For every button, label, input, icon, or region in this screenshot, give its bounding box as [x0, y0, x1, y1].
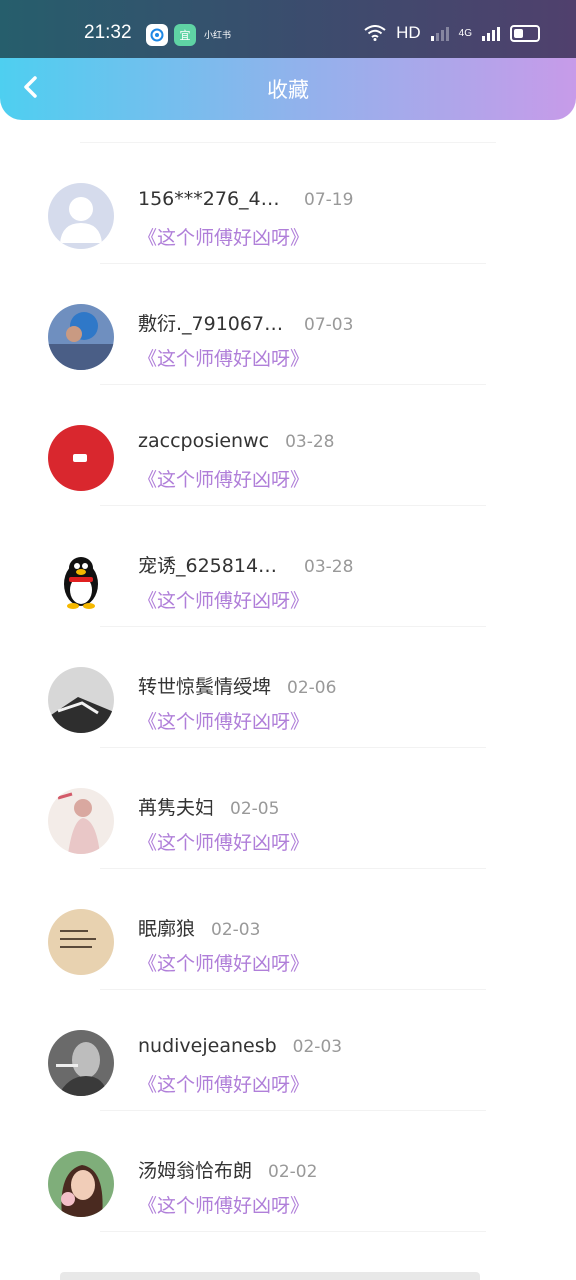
- avatar[interactable]: [48, 425, 114, 491]
- avatar[interactable]: [48, 667, 114, 733]
- favorite-item[interactable]: 苒隽夫妇 02-05 《这个师傅好凶呀》: [0, 748, 576, 869]
- nav-bar: 收藏: [0, 58, 576, 120]
- next-item-peek: [60, 1272, 480, 1280]
- battery-icon: [510, 24, 540, 42]
- avatar[interactable]: [48, 304, 114, 370]
- page-title: 收藏: [267, 78, 309, 102]
- hd-label: HD: [396, 23, 421, 42]
- work-title-link[interactable]: 《这个师傅好凶呀》: [138, 949, 309, 976]
- favorite-item[interactable]: 转世惊鬓情绶埤 02-06 《这个师傅好凶呀》: [0, 627, 576, 748]
- user-name: 苒隽夫妇: [138, 797, 215, 819]
- favorite-date: 07-03: [304, 315, 354, 335]
- header-bar: 21:32 宜 小红书 HD 4G 收藏: [0, 0, 576, 120]
- user-name: 眠廓狼: [138, 918, 196, 940]
- user-name: 156***276_461...: [138, 188, 288, 210]
- name-row: 眠廓狼 02-03: [138, 914, 260, 941]
- user-name: zaccposienwc: [138, 430, 270, 452]
- avatar[interactable]: [48, 183, 114, 249]
- work-title-link[interactable]: 《这个师傅好凶呀》: [138, 1191, 309, 1218]
- status-indicators: HD 4G: [364, 23, 540, 43]
- favorite-item[interactable]: 宠诱_625814566 03-28 《这个师傅好凶呀》: [0, 506, 576, 627]
- wifi-icon: [364, 25, 386, 41]
- favorite-date: 02-03: [292, 1037, 343, 1057]
- name-row: 苒隽夫妇 02-05: [138, 793, 279, 820]
- work-title-link[interactable]: 《这个师傅好凶呀》: [138, 586, 309, 613]
- user-name: 转世惊鬓情绶埤: [138, 676, 272, 698]
- item-divider: [100, 1231, 486, 1232]
- favorite-item[interactable]: nudivejeanesb 02-03 《这个师傅好凶呀》: [0, 990, 576, 1111]
- favorite-date: 02-06: [287, 678, 337, 698]
- avatar[interactable]: [48, 788, 114, 854]
- work-title-link[interactable]: 《这个师傅好凶呀》: [138, 223, 309, 250]
- favorite-item[interactable]: 156***276_461... 07-19 《这个师傅好凶呀》: [0, 143, 576, 264]
- app-notification-icon: 宜: [174, 24, 196, 46]
- favorite-date: 02-03: [211, 920, 261, 940]
- favorite-item[interactable]: 汤姆翁恰布朗 02-02 《这个师傅好凶呀》: [0, 1111, 576, 1232]
- avatar[interactable]: [48, 909, 114, 975]
- avatar[interactable]: [48, 546, 114, 612]
- status-bar: 21:32 宜 小红书 HD 4G: [0, 0, 576, 58]
- avatar[interactable]: [48, 1151, 114, 1217]
- favorite-item[interactable]: 眠廓狼 02-03 《这个师傅好凶呀》: [0, 869, 576, 990]
- favorites-list: 156***276_461... 07-19 《这个师傅好凶呀》 敷衍._791067…: [0, 134, 576, 1232]
- user-name: nudivejeanesb: [138, 1035, 277, 1057]
- work-title-link[interactable]: 《这个师傅好凶呀》: [138, 828, 309, 855]
- name-row: nudivejeanesb 02-03: [138, 1035, 342, 1057]
- status-time: 21:32: [84, 22, 132, 43]
- work-title-link[interactable]: 《这个师傅好凶呀》: [138, 1070, 309, 1097]
- user-name: 敷衍._7910674...: [138, 313, 288, 335]
- favorite-item[interactable]: 敷衍._7910674... 07-03 《这个师傅好凶呀》: [0, 264, 576, 385]
- work-title-link[interactable]: 《这个师傅好凶呀》: [138, 465, 309, 492]
- browser-app-icon: [146, 24, 168, 46]
- signal-sim2-icon: [482, 25, 500, 41]
- name-row: 156***276_461... 07-19: [138, 188, 353, 210]
- favorite-date: 02-02: [268, 1162, 318, 1182]
- work-title-link[interactable]: 《这个师傅好凶呀》: [138, 707, 309, 734]
- work-title-link[interactable]: 《这个师傅好凶呀》: [138, 344, 309, 371]
- avatar[interactable]: [48, 1030, 114, 1096]
- list-top-divider: [80, 134, 496, 143]
- favorite-item[interactable]: zaccposienwc 03-28 《这个师傅好凶呀》: [0, 385, 576, 506]
- name-row: 汤姆翁恰布朗 02-02: [138, 1156, 317, 1183]
- name-row: 转世惊鬓情绶埤 02-06: [138, 672, 336, 699]
- name-row: 宠诱_625814566 03-28: [138, 551, 353, 578]
- name-row: 敷衍._7910674... 07-03: [138, 309, 353, 336]
- network-gen-label: 4G: [458, 27, 472, 39]
- favorite-date: 03-28: [285, 432, 335, 452]
- favorite-date: 07-19: [304, 190, 354, 210]
- name-row: zaccposienwc 03-28: [138, 430, 335, 452]
- signal-sim1-icon: [430, 25, 449, 41]
- favorite-date: 02-05: [230, 799, 280, 819]
- mini-app-label: 小红书: [204, 31, 232, 41]
- user-name: 汤姆翁恰布朗: [138, 1160, 253, 1182]
- user-name: 宠诱_625814566: [138, 555, 288, 577]
- favorite-date: 03-28: [304, 557, 354, 577]
